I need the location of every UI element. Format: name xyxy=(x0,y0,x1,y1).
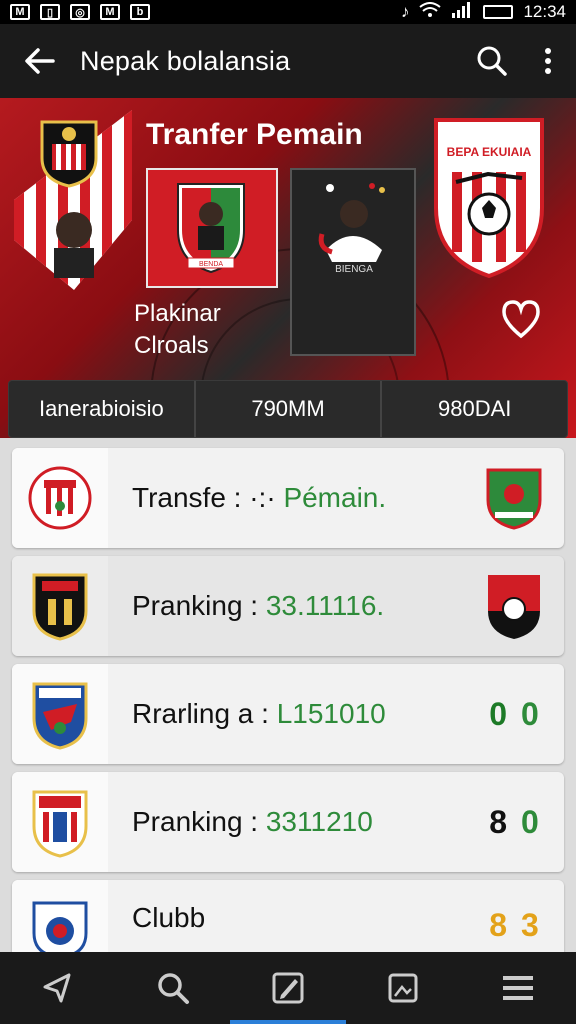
app-screen: M ▯ ◎ M b ♪ 12:34 Nepak bolalansia Tranf… xyxy=(0,0,576,1024)
nav-gallery[interactable] xyxy=(346,952,461,1024)
notification-icon: ▯ xyxy=(40,4,60,20)
wifi-icon xyxy=(419,1,442,23)
club-logo xyxy=(12,664,108,764)
b-app-icon: b xyxy=(130,4,150,20)
more-options-button[interactable] xyxy=(520,24,576,98)
page-title: Nepak bolalansia xyxy=(80,45,291,76)
stat-3[interactable]: 980DAI xyxy=(382,381,567,437)
search-icon xyxy=(158,973,189,1004)
status-bar: M ▯ ◎ M b ♪ 12:34 xyxy=(0,0,576,24)
mail-icon: M xyxy=(10,4,30,20)
red-club-crest: BENDA xyxy=(177,183,245,274)
opponent-crest-icon xyxy=(488,575,540,639)
nav-menu[interactable] xyxy=(461,952,576,1024)
score-away: 0 xyxy=(521,695,539,732)
stat-2[interactable]: 790MM xyxy=(196,381,383,437)
status-time: 12:34 xyxy=(523,2,566,21)
score-away: 0 xyxy=(521,803,539,840)
battery-icon xyxy=(483,5,514,19)
opponent-logo xyxy=(464,466,564,530)
banner-title: Tranfer Pemain xyxy=(146,118,363,151)
navigation-arrow-icon xyxy=(43,973,71,1003)
club-crest-icon xyxy=(32,901,88,957)
bottom-navigation xyxy=(0,952,576,1024)
list-item[interactable]: Transfe : ·:· Pémain. xyxy=(12,448,564,548)
club-crest-icon xyxy=(32,573,88,641)
score-away: 3 xyxy=(521,906,539,943)
svg-text:BEPA EKUIAIA: BEPA EKUIAIA xyxy=(447,145,532,159)
club-crest-icon xyxy=(32,682,88,750)
club-card-dark[interactable]: BIENGA xyxy=(290,168,416,356)
svg-text:BIENGA: BIENGA xyxy=(335,264,373,275)
mute-icon: ♪ xyxy=(400,2,410,21)
list-item[interactable]: Pranking : 33.11116. xyxy=(12,556,564,656)
signal-icon xyxy=(451,1,473,23)
score-home: 8 xyxy=(489,803,507,840)
club-crest-icon xyxy=(32,790,88,858)
stat-1[interactable]: Ianerabioisio xyxy=(9,381,196,437)
search-icon xyxy=(477,46,507,76)
club-card-red[interactable]: BENDA xyxy=(146,168,278,288)
m-app-icon: M xyxy=(100,4,120,20)
opponent-crest-icon xyxy=(486,468,542,530)
club-logo xyxy=(12,448,108,548)
image-icon xyxy=(388,973,418,1003)
dark-club-crest: BIENGA xyxy=(318,183,385,275)
club-logo xyxy=(12,556,108,656)
score-home: 0 xyxy=(489,695,507,732)
heart-icon[interactable] xyxy=(500,298,542,340)
search-button[interactable] xyxy=(464,24,520,98)
stats-bar: Ianerabioisio 790MM 980DAI xyxy=(8,380,568,438)
arrow-left-icon xyxy=(25,48,55,74)
banner-subtitle: Plakinar Clroals xyxy=(134,300,221,359)
nav-edit[interactable] xyxy=(230,952,346,1024)
opponent-logo xyxy=(464,571,564,641)
back-button[interactable] xyxy=(0,24,80,98)
nav-search[interactable] xyxy=(115,952,230,1024)
nav-home[interactable] xyxy=(0,952,115,1024)
club-logo xyxy=(12,772,108,872)
app-bar: Nepak bolalansia xyxy=(0,24,576,98)
club-crest-icon xyxy=(28,466,92,530)
list-item[interactable]: Pranking : 3311210 8 0 xyxy=(12,772,564,872)
more-vert-icon xyxy=(545,48,551,74)
right-club-crest[interactable]: BEPA EKUIAIA xyxy=(432,112,546,282)
edit-icon xyxy=(272,972,304,1004)
svg-text:BENDA: BENDA xyxy=(199,261,223,268)
score-home: 8 xyxy=(489,906,507,943)
left-club-crest xyxy=(40,120,98,188)
list-item[interactable]: Rrarling a : L151010 0 0 xyxy=(12,664,564,764)
menu-icon xyxy=(503,976,534,1000)
photo-icon: ◎ xyxy=(70,4,90,20)
